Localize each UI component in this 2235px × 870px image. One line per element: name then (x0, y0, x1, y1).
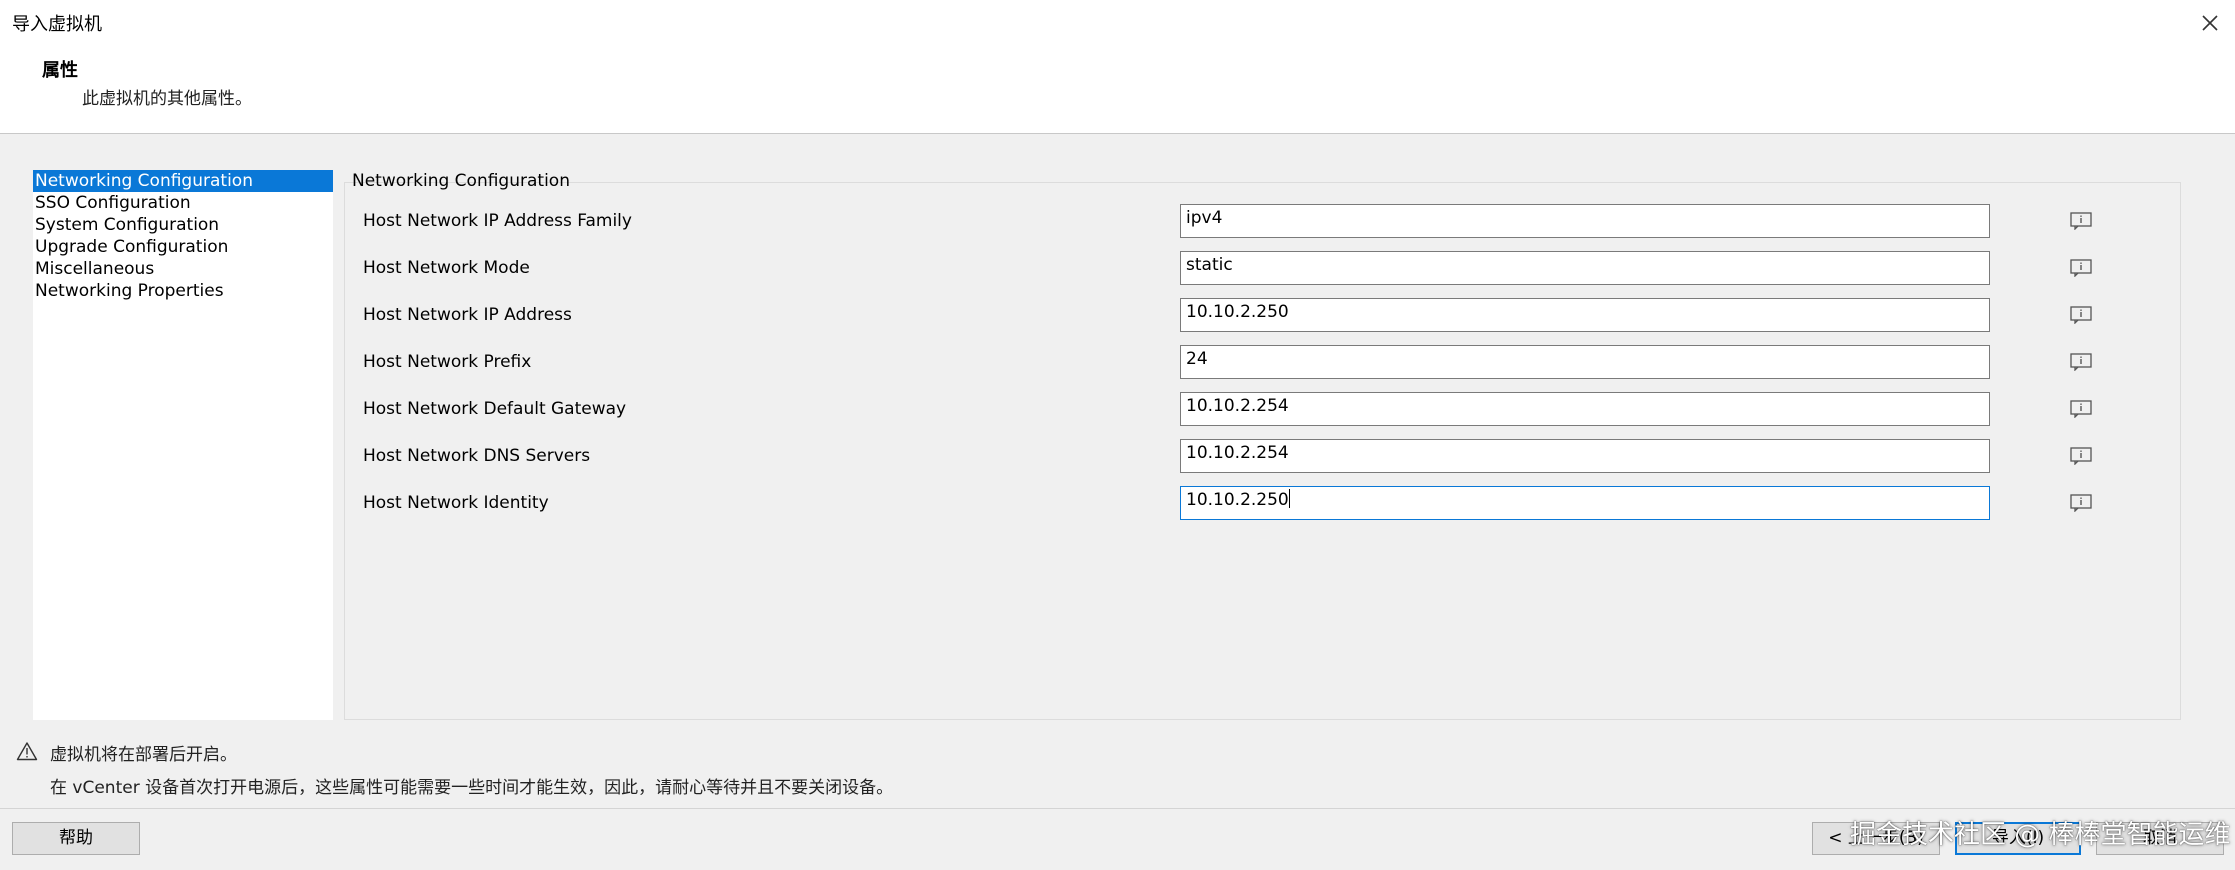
info-icon[interactable] (2070, 447, 2092, 465)
field-label-ip-address-family: Host Network IP Address Family (363, 211, 632, 231)
properties-nav: Networking Configuration SSO Configurati… (33, 170, 333, 720)
info-icon[interactable] (2070, 494, 2092, 512)
ip-address-input[interactable]: 10.10.2.250 (1180, 298, 1990, 332)
group-title: Networking Configuration (352, 171, 570, 191)
nav-item-system-configuration[interactable]: System Configuration (33, 214, 333, 236)
text-caret (1288, 489, 1290, 508)
properties-delay-note: 在 vCenter 设备首次打开电源后，这些属性可能需要一些时间才能生效，因此，… (50, 778, 894, 798)
field-label-default-gateway: Host Network Default Gateway (363, 399, 627, 419)
info-icon[interactable] (2070, 353, 2092, 371)
help-button[interactable]: 帮助 (12, 822, 140, 855)
back-button[interactable]: < 上一步(B) (1812, 822, 1940, 855)
page-heading: 属性 (42, 60, 78, 81)
info-icon[interactable] (2070, 400, 2092, 418)
page-subtitle: 此虚拟机的其他属性。 (82, 89, 252, 109)
field-label-ip-address: Host Network IP Address (363, 305, 572, 325)
ip-address-family-input[interactable]: ipv4 (1180, 204, 1990, 238)
nav-item-networking-configuration[interactable]: Networking Configuration (33, 170, 333, 192)
network-prefix-input[interactable]: 24 (1180, 345, 1990, 379)
field-value: 10.10.2.250 (1186, 490, 1289, 510)
network-identity-input[interactable]: 10.10.2.250 (1180, 486, 1990, 520)
field-value: 10.10.2.250 (1186, 302, 1289, 322)
field-value: 10.10.2.254 (1186, 396, 1289, 416)
cancel-button[interactable]: 取消 (2096, 822, 2224, 855)
nav-item-miscellaneous[interactable]: Miscellaneous (33, 258, 333, 280)
field-value: static (1186, 255, 1233, 275)
info-icon[interactable] (2070, 306, 2092, 324)
field-value: ipv4 (1186, 208, 1223, 228)
footer-divider (0, 808, 2235, 809)
field-label-network-identity: Host Network Identity (363, 493, 549, 513)
power-on-note: 虚拟机将在部署后开启。 (50, 745, 237, 765)
network-mode-input[interactable]: static (1180, 251, 1990, 285)
field-label-network-mode: Host Network Mode (363, 258, 530, 278)
nav-item-upgrade-configuration[interactable]: Upgrade Configuration (33, 236, 333, 258)
dialog-header (0, 0, 2235, 134)
nav-item-sso-configuration[interactable]: SSO Configuration (33, 192, 333, 214)
info-icon[interactable] (2070, 212, 2092, 230)
default-gateway-input[interactable]: 10.10.2.254 (1180, 392, 1990, 426)
field-label-network-prefix: Host Network Prefix (363, 352, 532, 372)
nav-item-networking-properties[interactable]: Networking Properties (33, 280, 333, 302)
field-value: 10.10.2.254 (1186, 443, 1289, 463)
info-icon[interactable] (2070, 259, 2092, 277)
close-button[interactable] (2195, 8, 2225, 38)
import-button[interactable]: 导入(I) (1955, 822, 2081, 855)
warning-icon (16, 742, 38, 761)
dns-servers-input[interactable]: 10.10.2.254 (1180, 439, 1990, 473)
close-icon (2202, 15, 2218, 31)
window-title: 导入虚拟机 (12, 14, 102, 35)
field-label-dns-servers: Host Network DNS Servers (363, 446, 591, 466)
field-value: 24 (1186, 349, 1208, 369)
